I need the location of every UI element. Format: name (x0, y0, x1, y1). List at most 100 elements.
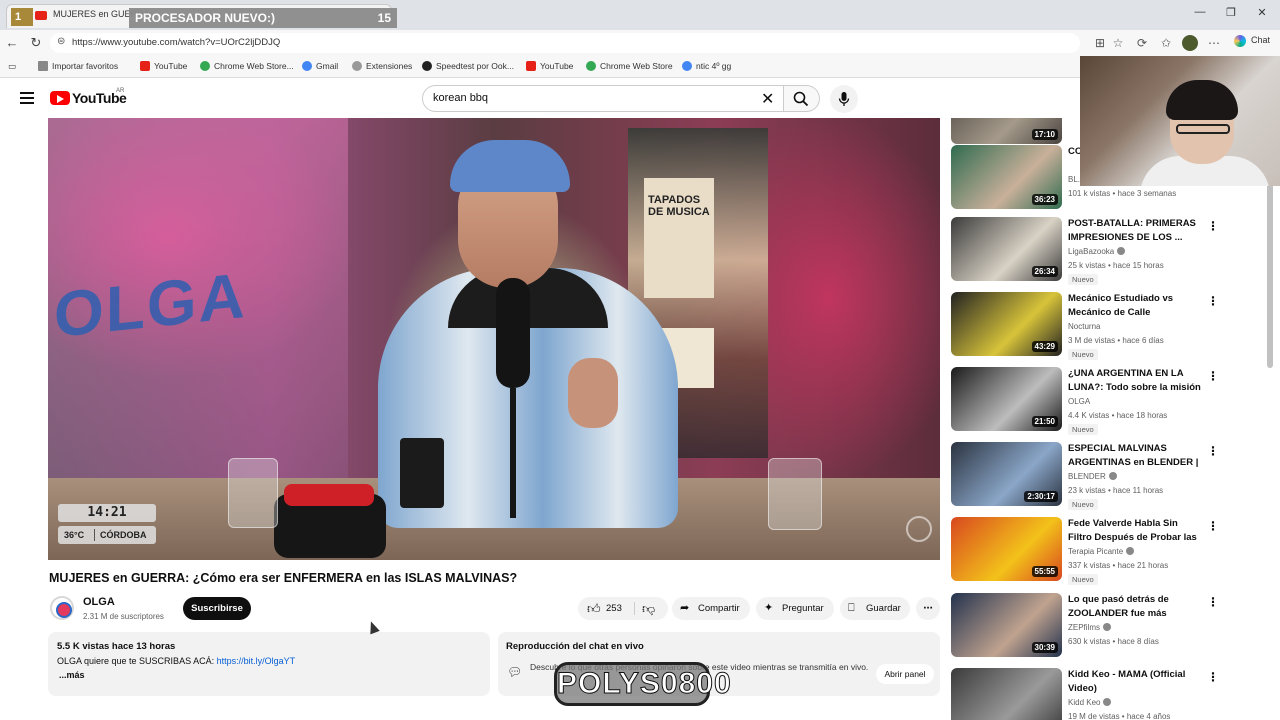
google-icon (302, 61, 312, 71)
recommended-channel[interactable]: OLGA (1068, 397, 1090, 406)
recommended-channel[interactable]: Nocturna (1068, 322, 1100, 331)
recommended-title[interactable]: Kidd Keo - MAMA (Official Video) (1068, 668, 1204, 696)
recommended-channel[interactable]: BLENDER (1068, 472, 1117, 481)
extensions-icon[interactable]: ⟳ (1134, 36, 1150, 50)
video-thumbnail[interactable]: 43:29 (951, 292, 1062, 356)
recommended-title[interactable]: ¿UNA ARGENTINA EN LA LUNA?: Todo sobre l… (1068, 367, 1204, 395)
video-thumbnail[interactable]: 30:39 (951, 593, 1062, 657)
save-button[interactable]: ⎕ Guardar (840, 597, 910, 620)
verified-check-icon (1103, 623, 1111, 631)
recommended-video[interactable]: 30:39 Lo que pasó detrás de ZOOLANDER fue… (950, 593, 1266, 665)
recommended-title[interactable]: Mecánico Estudiado vs Mecánico de Calle (1068, 292, 1204, 320)
more-vertical-icon[interactable]: ⋮ (1207, 294, 1219, 308)
back-arrow-icon[interactable]: ← (4, 35, 20, 50)
more-vertical-icon[interactable]: ⋮ (1207, 595, 1219, 609)
chat-button[interactable]: Chat (1251, 35, 1270, 45)
bookmark-item[interactable]: YouTube (140, 61, 187, 71)
recommended-video[interactable]: 21:50 ¿UNA ARGENTINA EN LA LUNA?: Todo so… (950, 367, 1266, 439)
search-button[interactable] (784, 85, 820, 112)
channel-name[interactable]: OLGA (83, 596, 115, 608)
video-thumbnail[interactable] (951, 668, 1062, 720)
more-vertical-icon[interactable]: ⋮ (1207, 444, 1219, 458)
recommended-title[interactable]: POST-BATALLA: PRIMERAS IMPRESIONES DE LO… (1068, 217, 1204, 245)
recommended-title[interactable]: Lo que pasó detrás de ZOOLANDER fue más … (1068, 593, 1204, 621)
share-button[interactable]: ➦ Compartir (672, 597, 750, 620)
recommended-video[interactable]: Kidd Keo - MAMA (Official Video) Kidd Keo… (950, 668, 1266, 720)
bookmark-label: Importar favoritos (52, 61, 119, 71)
video-thumbnail[interactable]: 26:34 (951, 217, 1062, 281)
channel-avatar[interactable] (50, 596, 74, 620)
favorites-icon[interactable]: ✩ (1158, 36, 1174, 50)
url-field[interactable]: ⊜ https://www.youtube.com/watch?v=UOrC2l… (50, 33, 1080, 53)
bookmark-item[interactable]: YouTube (526, 61, 573, 71)
more-vertical-icon[interactable]: ⋮ (1207, 519, 1219, 533)
thumbs-up-icon[interactable]: 👍︎ (587, 597, 601, 620)
reading-list-icon[interactable]: ▭ (8, 61, 16, 72)
ask-button[interactable]: ✦ Preguntar (756, 597, 834, 620)
channel-watermark-icon[interactable] (906, 516, 932, 542)
close-window-button[interactable]: ✕ (1252, 6, 1272, 22)
bookmark-item[interactable]: Gmail (302, 61, 338, 71)
video-thumbnail[interactable]: 36:23 (951, 145, 1062, 209)
recommended-channel[interactable]: ZEPfilms (1068, 623, 1111, 632)
view-stats: 5.5 K vistas hace 13 horas (57, 641, 176, 652)
recommended-channel[interactable]: LigaBazooka (1068, 247, 1126, 256)
browser-tab[interactable]: 1 MUJERES en GUERRA: PROCESADOR NUEVO:) … (6, 4, 397, 28)
subscriber-count: 2.31 M de suscriptores (83, 612, 164, 621)
reload-icon[interactable]: ↻ (28, 35, 44, 51)
video-thumbnail[interactable]: 2:30:17 (951, 442, 1062, 506)
site-info-icon[interactable]: ⊜ (57, 36, 65, 47)
show-more-link[interactable]: ...más (59, 670, 85, 680)
more-options-icon[interactable]: ⋯ (1206, 36, 1222, 50)
bookmark-item[interactable]: Speedtest por Ook... (422, 61, 514, 71)
video-thumbnail[interactable]: 55:55 (951, 517, 1062, 581)
more-vertical-icon[interactable]: ⋮ (1207, 670, 1219, 684)
hamburger-menu-icon[interactable] (20, 92, 34, 104)
description-box[interactable]: 5.5 K vistas hace 13 horas OLGA quiere q… (48, 632, 490, 696)
video-thumbnail[interactable]: 21:50 (951, 367, 1062, 431)
new-badge: Nuevo (1068, 274, 1098, 285)
channel-label: BLENDER (1068, 472, 1106, 481)
like-count[interactable]: 253 (606, 597, 622, 620)
copilot-icon[interactable] (1234, 35, 1246, 47)
clear-search-icon[interactable]: ✕ (761, 89, 774, 109)
more-vertical-icon[interactable]: ⋮ (1207, 369, 1219, 383)
search-box[interactable]: ✕ (422, 85, 784, 112)
minimize-button[interactable]: — (1190, 6, 1210, 22)
recommended-title[interactable]: ESPECIAL MALVINAS ARGENTINAS en BLENDER … (1068, 442, 1204, 470)
recommended-video[interactable]: 55:55 Fede Valverde Habla Sin Filtro Desp… (950, 517, 1266, 589)
thumbs-down-icon[interactable]: 👎︎ (642, 597, 655, 620)
profile-avatar[interactable] (1182, 35, 1198, 51)
recommended-video[interactable]: 2:30:17 ESPECIAL MALVINAS ARGENTINAS en B… (950, 442, 1266, 514)
bookmark-item[interactable]: Chrome Web Store... (200, 61, 294, 71)
bookmark-item[interactable]: ntic 4º gg (682, 61, 731, 71)
bookmark-item[interactable]: Chrome Web Store (586, 61, 673, 71)
open-panel-button[interactable]: Abrir panel (876, 664, 934, 684)
search-input[interactable] (433, 92, 753, 104)
subscribe-link[interactable]: https://bit.ly/OlgaYT (217, 656, 296, 666)
bookmark-item[interactable]: Extensiones (352, 61, 412, 71)
recommended-channel[interactable]: Kidd Keo (1068, 698, 1112, 707)
browser-titlebar: 1 MUJERES en GUERRA: PROCESADOR NUEVO:) … (0, 0, 1280, 30)
video-thumbnail[interactable]: 17:10 (951, 118, 1062, 144)
recommended-video[interactable]: 43:29 Mecánico Estudiado vs Mecánico de C… (950, 292, 1266, 364)
apps-icon[interactable]: ⊞ (1092, 36, 1108, 50)
recommended-meta: 19 M de vistas • hace 4 años (1068, 712, 1171, 720)
recommended-video[interactable]: 26:34 POST-BATALLA: PRIMERAS IMPRESIONES … (950, 217, 1266, 289)
recommended-title[interactable]: Fede Valverde Habla Sin Filtro Después d… (1068, 517, 1204, 545)
restore-button[interactable]: ❐ (1221, 6, 1241, 22)
voice-search-button[interactable] (830, 85, 858, 113)
ask-label: Preguntar (782, 603, 824, 614)
bookmark-item[interactable]: Importar favoritos (38, 61, 118, 71)
subscribe-button[interactable]: Suscribirse (183, 597, 251, 620)
folder-icon (38, 61, 48, 71)
video-player[interactable]: OLGA TAPADOS DE MUSICA 14:21 36°C CÓRDOB… (48, 118, 940, 560)
more-actions-button[interactable]: ⋯ (916, 597, 940, 620)
speedtest-icon (422, 61, 432, 71)
url-text[interactable]: https://www.youtube.com/watch?v=UOrC2ljD… (72, 37, 280, 48)
star-bookmark-icon[interactable]: ☆ (1110, 36, 1126, 50)
channel-label: OLGA (1068, 397, 1091, 406)
new-badge: Nuevo (1068, 349, 1098, 360)
more-vertical-icon[interactable]: ⋮ (1207, 219, 1219, 233)
recommended-channel[interactable]: Terapia Picante (1068, 547, 1135, 556)
